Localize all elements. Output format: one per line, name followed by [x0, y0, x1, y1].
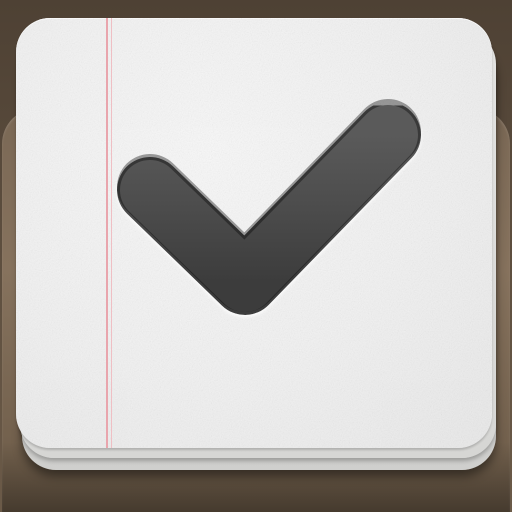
- checkmark-icon: [117, 99, 421, 315]
- app-icon[interactable]: [0, 0, 512, 512]
